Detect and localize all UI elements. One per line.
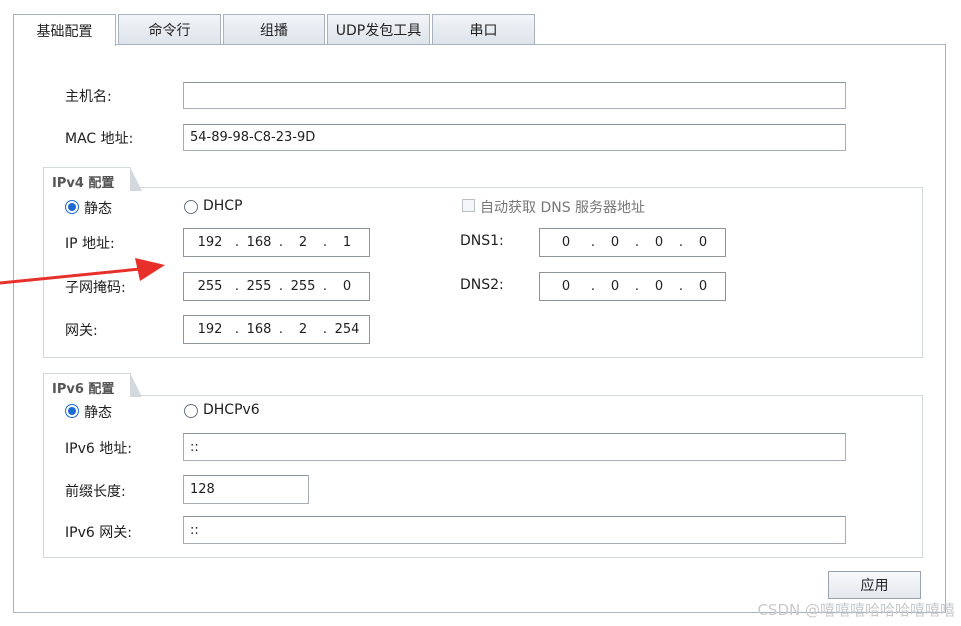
apply-button-label: 应用 [860, 578, 889, 594]
prefix-input[interactable]: 128 [183, 475, 309, 504]
ipv6-dhcp-label: DHCPv6 [203, 402, 260, 418]
ip-dot: . [278, 322, 284, 337]
ipv4-ip-label: IP 地址: [65, 236, 115, 252]
hostname-input[interactable] [183, 82, 846, 109]
ipv6-static-radio[interactable] [65, 404, 79, 418]
ip-dot: . [590, 235, 596, 250]
ipv4-gateway-label: 网关: [65, 323, 98, 339]
ip-dot: . [634, 279, 640, 294]
ipv4-gateway-input[interactable]: 192. 168. 2. 254 [183, 315, 370, 344]
ip-dot: . [234, 279, 240, 294]
ip-dot: . [322, 279, 328, 294]
arrow-shaft [0, 267, 141, 285]
ipv4-group-title: IPv4 配置 [43, 167, 142, 191]
arrow-head [135, 258, 165, 281]
watermark: CSDN @嘻嘻嘻哈哈哈嘻嘻嘻 [757, 601, 955, 619]
ip-octet: 0 [610, 279, 620, 294]
mac-input[interactable]: 54-89-98-C8-23-9D [183, 124, 846, 151]
ip-dot: . [322, 322, 328, 337]
ip-dot: . [278, 279, 284, 294]
tab-udp-tool[interactable]: UDP发包工具 [327, 14, 430, 45]
mac-label: MAC 地址: [65, 131, 134, 147]
ip-octet: 192 [197, 322, 223, 337]
ip-octet: 168 [246, 322, 272, 337]
tab-command-line[interactable]: 命令行 [118, 14, 221, 45]
ip-octet: 255 [197, 279, 223, 294]
ipv4-static-radio[interactable] [65, 200, 79, 214]
prefix-label: 前缀长度: [65, 484, 126, 500]
ip-dot: . [234, 322, 240, 337]
ip-octet: 0 [561, 235, 571, 250]
ip-dot: . [634, 235, 640, 250]
ip-octet: 0 [698, 279, 708, 294]
tab-label: UDP发包工具 [335, 23, 422, 39]
tab-label: 串口 [469, 23, 498, 39]
ip-octet: 192 [197, 235, 223, 250]
apply-button[interactable]: 应用 [828, 571, 921, 599]
ip-octet: 2 [298, 322, 308, 337]
ip-octet: 0 [698, 235, 708, 250]
ip-octet: 0 [561, 279, 571, 294]
ipv6-static-label: 静态 [84, 405, 112, 421]
ip-octet: 1 [342, 235, 352, 250]
dns1-input[interactable]: 0. 0. 0. 0 [539, 228, 726, 257]
dns1-label: DNS1: [460, 233, 504, 249]
tab-serial-port[interactable]: 串口 [432, 14, 535, 45]
hostname-label: 主机名: [65, 89, 112, 105]
dns2-label: DNS2: [460, 277, 504, 293]
tab-multicast[interactable]: 组播 [223, 14, 325, 45]
ipv4-static-label: 静态 [84, 201, 112, 217]
tab-basic-config[interactable]: 基础配置 [13, 14, 116, 46]
ipv6-ip-label: IPv6 地址: [65, 441, 132, 457]
ip-octet: 168 [246, 235, 272, 250]
ip-dot: . [322, 235, 328, 250]
ipv6-ip-input[interactable]: :: [183, 433, 846, 461]
ip-dot: . [678, 235, 684, 250]
ip-dot: . [234, 235, 240, 250]
annotation-arrow [0, 258, 165, 285]
ip-dot: . [278, 235, 284, 250]
auto-dns-checkbox[interactable] [462, 199, 475, 212]
ipv4-dhcp-label: DHCP [203, 198, 243, 214]
ip-octet: 2 [298, 235, 308, 250]
ip-octet: 255 [290, 279, 316, 294]
ip-octet: 0 [342, 279, 352, 294]
ip-dot: . [678, 279, 684, 294]
ipv6-gateway-label: IPv6 网关: [65, 525, 132, 541]
tab-label: 组播 [260, 23, 288, 39]
ip-octet: 0 [654, 235, 664, 250]
ipv6-group-title: IPv6 配置 [43, 373, 142, 397]
dns2-input[interactable]: 0. 0. 0. 0 [539, 272, 726, 301]
ipv4-dhcp-radio[interactable] [184, 200, 198, 214]
ip-octet: 0 [654, 279, 664, 294]
ip-dot: . [590, 279, 596, 294]
ipv4-mask-input[interactable]: 255. 255. 255. 0 [183, 272, 370, 301]
ipv4-ip-input[interactable]: 192. 168. 2. 1 [183, 228, 370, 257]
tab-label: 命令行 [148, 23, 191, 39]
auto-dns-label: 自动获取 DNS 服务器地址 [480, 200, 646, 216]
tab-label: 基础配置 [36, 23, 93, 40]
ipv6-dhcp-radio[interactable] [184, 404, 198, 418]
ip-octet: 0 [610, 235, 620, 250]
ip-octet: 255 [246, 279, 272, 294]
ip-octet: 254 [334, 322, 360, 337]
ipv6-gateway-input[interactable]: :: [183, 516, 846, 544]
